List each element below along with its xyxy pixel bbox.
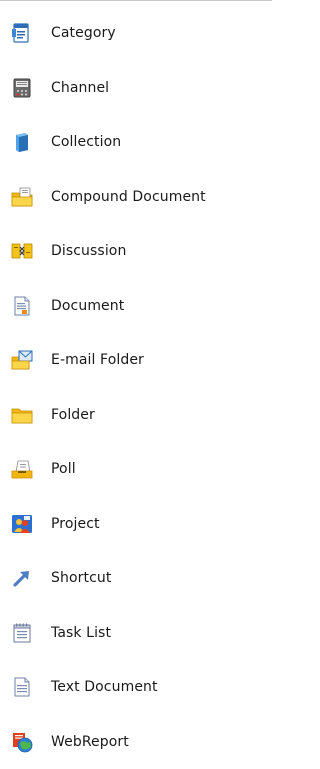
task-list-icon xyxy=(11,622,33,644)
menu-item-document[interactable]: Document xyxy=(0,279,272,334)
text-document-icon xyxy=(11,676,33,698)
menu-item-compound-document[interactable]: Compound Document xyxy=(0,170,272,225)
compound-document-icon xyxy=(11,186,33,208)
menu-item-poll[interactable]: Poll xyxy=(0,442,272,497)
folder-icon xyxy=(11,404,33,426)
menu-top-border xyxy=(0,0,272,1)
email-folder-icon xyxy=(11,349,33,371)
menu-item-project[interactable]: Project xyxy=(0,497,272,552)
menu-item-label: Document xyxy=(51,297,125,314)
menu-item-label: Compound Document xyxy=(51,188,206,205)
menu-item-label: E-mail Folder xyxy=(51,352,144,369)
poll-icon xyxy=(11,458,33,480)
menu-item-text-document[interactable]: Text Document xyxy=(0,660,272,715)
menu-item-label: Project xyxy=(51,515,100,532)
menu-item-label: Collection xyxy=(51,134,122,151)
menu-item-label: Shortcut xyxy=(51,570,112,587)
menu-item-label: Task List xyxy=(51,624,112,641)
menu-item-label: Poll xyxy=(51,461,76,478)
webreport-icon xyxy=(11,731,33,753)
menu-item-discussion[interactable]: Discussion xyxy=(0,224,272,279)
collection-icon xyxy=(11,131,33,153)
menu-item-label: Text Document xyxy=(51,679,158,696)
menu-item-category[interactable]: Category xyxy=(0,6,272,61)
menu-item-email-folder[interactable]: E-mail Folder xyxy=(0,333,272,388)
menu-item-label: Category xyxy=(51,25,116,42)
channel-icon xyxy=(11,77,33,99)
menu-item-channel[interactable]: Channel xyxy=(0,61,272,116)
shortcut-icon xyxy=(11,567,33,589)
menu-item-shortcut[interactable]: Shortcut xyxy=(0,551,272,606)
menu-item-folder[interactable]: Folder xyxy=(0,388,272,443)
discussion-icon xyxy=(11,240,33,262)
document-icon xyxy=(11,295,33,317)
menu-item-collection[interactable]: Collection xyxy=(0,115,272,170)
menu-item-task-list[interactable]: Task List xyxy=(0,606,272,661)
menu-item-label: Channel xyxy=(51,79,110,96)
add-item-menu: Category Channel Collection Compound Doc… xyxy=(0,6,272,769)
project-icon xyxy=(11,513,33,535)
menu-item-label: WebReport xyxy=(51,733,129,750)
menu-item-webreport[interactable]: WebReport xyxy=(0,715,272,769)
menu-item-label: Folder xyxy=(51,406,95,423)
menu-item-label: Discussion xyxy=(51,243,127,260)
category-icon xyxy=(11,22,33,44)
